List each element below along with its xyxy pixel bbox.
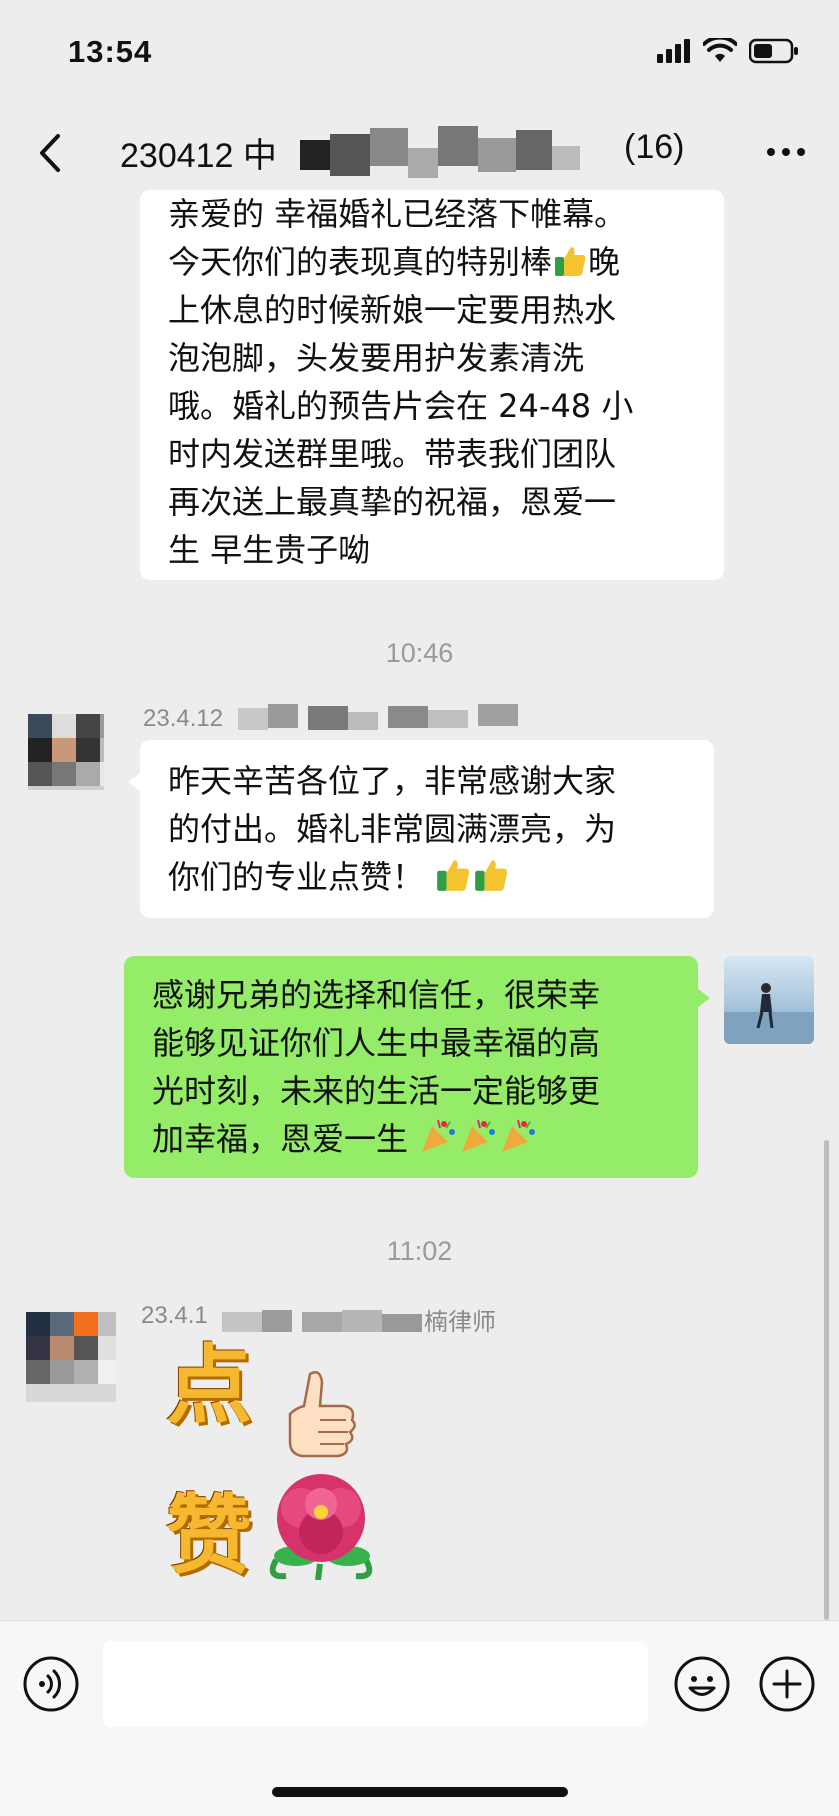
voice-icon[interactable] [22,1655,80,1713]
sender-name-suffix: 楠律师 [424,1309,496,1336]
chat-header: 230412 中 (16) [0,110,839,196]
message-line: 能够见证你们人生中最幸福的高 [152,1024,601,1062]
more-dots-icon[interactable] [767,148,805,156]
message-line: 的付出。婚礼非常圆满漂亮，为 [168,810,617,848]
sticker-char: 赞 [166,1485,252,1586]
message-bubble-outgoing[interactable]: 感谢兄弟的选择和信任，很荣幸 能够见证你们人生中最幸福的高 光时刻，未来的生活一… [124,956,710,1178]
sticker[interactable]: 点 赞 [160,1340,400,1590]
status-bar: 13:54 [0,0,839,110]
member-count: (16) [624,128,685,166]
message-line: 上休息的时候新娘一定要用热水 [168,291,617,329]
timestamp: 10:46 [385,638,454,668]
emoji-icon[interactable] [673,1655,731,1713]
home-indicator [272,1787,568,1797]
message-line: 昨天辛苦各位了，非常感谢大家 [168,762,617,800]
message-line: 感谢兄弟的选择和信任，很荣幸 [152,976,601,1014]
message-line: 今天你们的表现真的特别棒晚 [168,243,621,281]
plus-icon[interactable] [758,1655,816,1713]
message-line: 泡泡脚，头发要用护发素清洗 [168,339,585,377]
thumbs-up-icon [475,860,508,891]
wifi-icon [703,38,737,62]
thumbs-up-icon [288,1371,356,1458]
redacted-name-blur [222,1310,422,1332]
party-popper-icon [462,1119,496,1152]
my-avatar[interactable] [724,956,814,1044]
battery-icon [749,38,798,64]
scrollbar[interactable] [824,1140,829,1620]
party-popper-icon [502,1119,536,1152]
timestamp: 11:02 [386,1236,453,1266]
avatar[interactable] [28,714,104,790]
message-line: 你们的专业点赞！ [168,853,686,901]
message-line: 再次送上最真挚的祝福，恩爱一 [168,483,617,521]
input-bar [0,1620,839,1816]
status-icons [657,38,799,64]
status-time: 13:54 [68,34,153,69]
sticker-char: 点 [166,1335,252,1436]
message-line: 时内发送群里哦。带表我们团队 [168,435,617,473]
message-line: 加幸福，恩爱一生 [152,1115,670,1163]
message-line: 光时刻，未来的生活一定能够更 [152,1072,601,1110]
thumbs-up-icon [437,860,470,891]
thumbs-up-icon [555,247,586,276]
chevron-left-icon[interactable] [30,128,70,178]
peony-flower-icon [269,1474,373,1580]
avatar[interactable] [26,1312,116,1402]
sender-name: 23.4.12 [143,705,224,732]
sender-name: 23.4.1 [141,1302,208,1329]
signal-icon [657,39,690,63]
party-popper-icon [422,1119,456,1152]
message-bubble-incoming[interactable]: 亲爱的 幸福婚礼已经落下帷幕。 今天你们的表现真的特别棒晚 上休息的时候新娘一定… [140,190,724,580]
message-line: 哦。婚礼的预告片会在 24-48 小 [168,387,634,425]
sticker-text: 点 赞 [166,1340,256,1582]
redacted-title-blur [300,126,580,178]
message-line: 亲爱的 幸福婚礼已经落下帷幕。 [168,195,627,233]
message-input[interactable] [103,1641,648,1727]
chat-title[interactable]: 230412 中 [120,128,277,177]
redacted-name-blur [238,704,518,730]
message-bubble-incoming[interactable]: 昨天辛苦各位了，非常感谢大家 的付出。婚礼非常圆满漂亮，为 你们的专业点赞！ [128,740,714,918]
message-line: 生 早生贵子呦 [168,531,371,569]
